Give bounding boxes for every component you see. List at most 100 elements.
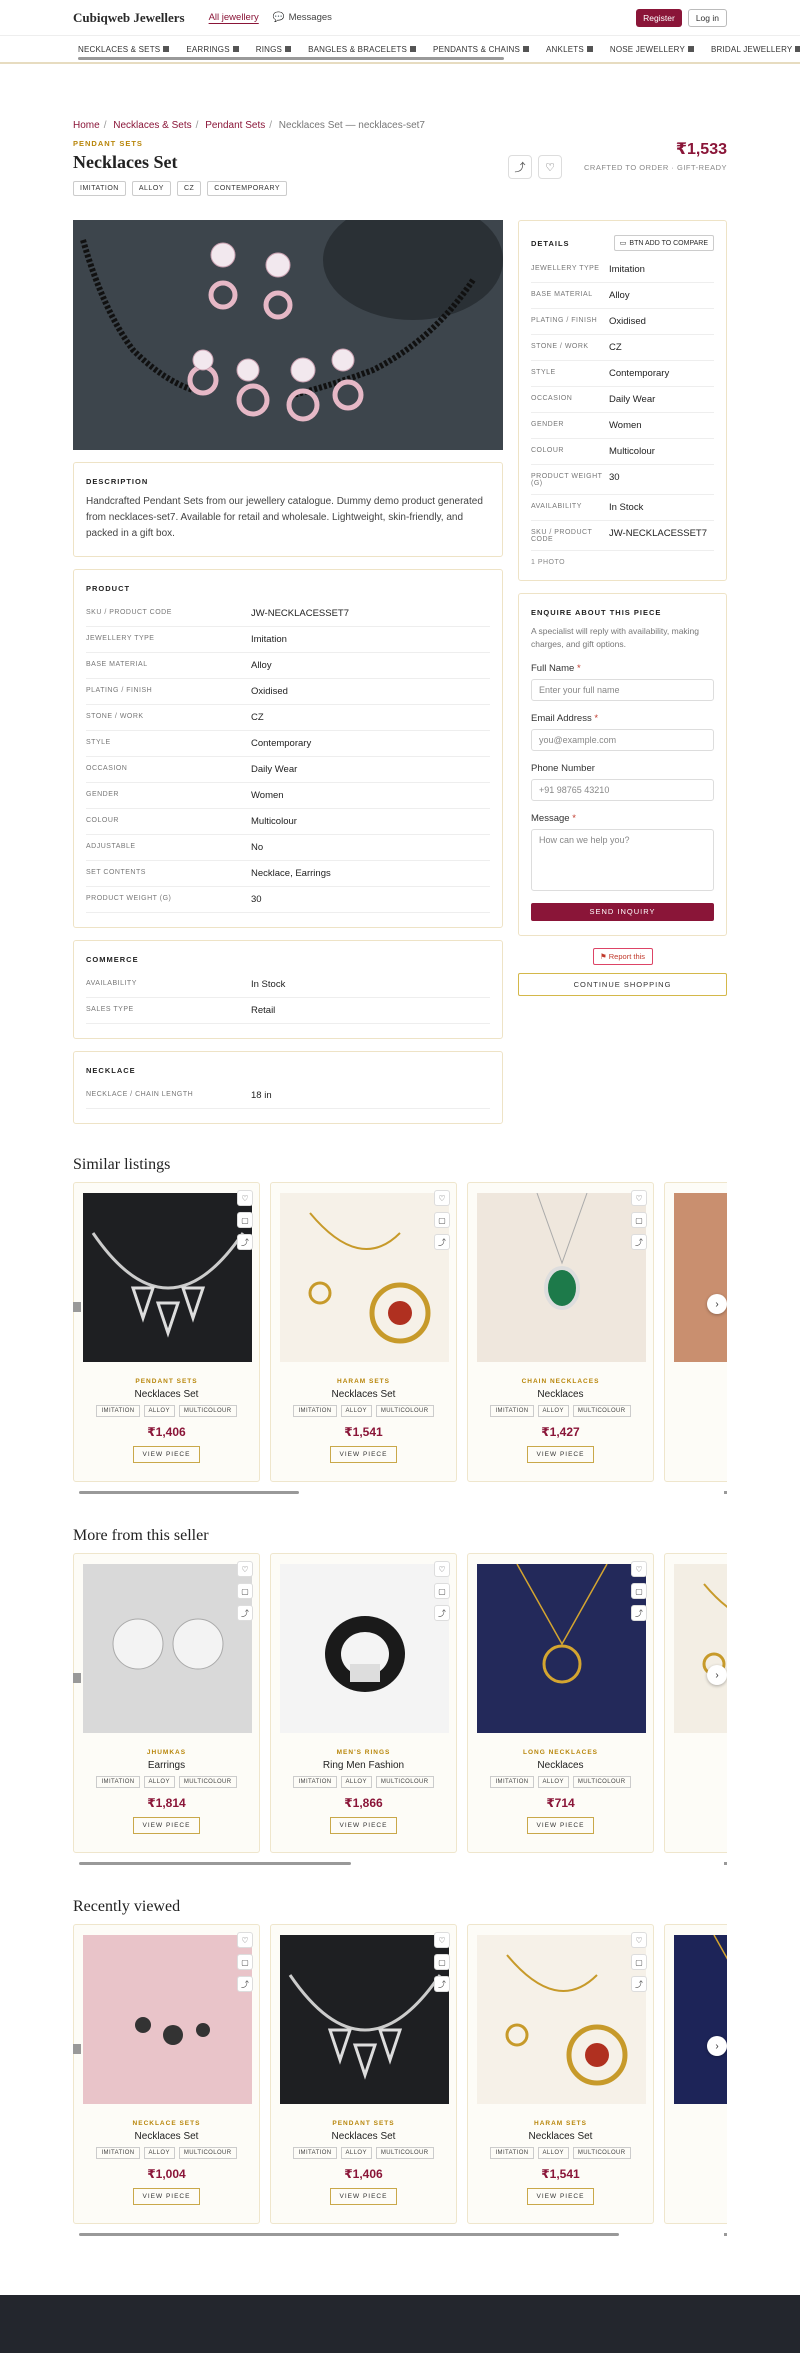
add-to-compare-button[interactable]: ▭ BTN ADD TO COMPARE bbox=[613, 235, 714, 251]
product-thumbnail[interactable] bbox=[674, 1564, 727, 1733]
spec-row: BASE MATERIAL Alloy bbox=[86, 653, 490, 679]
share-icon[interactable]: ⤴ bbox=[434, 1605, 450, 1621]
messages-link[interactable]: 💬 Messages bbox=[273, 12, 332, 23]
category-6[interactable]: NOSE JEWELLERY bbox=[610, 45, 694, 54]
heart-icon[interactable]: ♡ bbox=[434, 1932, 450, 1948]
product-card[interactable]: ♡▢⤴IMITATION bbox=[664, 1553, 727, 1853]
share-icon[interactable]: ⤴ bbox=[237, 1976, 253, 1992]
product-thumbnail[interactable] bbox=[477, 1564, 646, 1733]
heart-icon[interactable]: ♡ bbox=[631, 1932, 647, 1948]
product-thumbnail[interactable] bbox=[280, 1935, 449, 2104]
bag-icon[interactable]: ▢ bbox=[237, 1583, 253, 1599]
product-card[interactable]: ♡▢⤴SIMITATION bbox=[664, 1924, 727, 2224]
category-scrollbar[interactable] bbox=[78, 57, 504, 60]
crumb-home[interactable]: Home bbox=[73, 120, 100, 131]
phone-field[interactable]: +91 98765 43210 bbox=[531, 779, 714, 801]
brand-logo[interactable]: Cubiqweb Jewellers bbox=[73, 10, 185, 26]
share-icon[interactable]: ⤴ bbox=[434, 1976, 450, 1992]
carousel-scrollbar[interactable] bbox=[73, 2232, 727, 2237]
product-thumbnail[interactable] bbox=[674, 1935, 727, 2104]
category-1[interactable]: EARRINGS bbox=[186, 45, 239, 54]
category-5[interactable]: ANKLETS bbox=[546, 45, 593, 54]
bag-icon[interactable]: ▢ bbox=[434, 1583, 450, 1599]
category-4[interactable]: PENDANTS & CHAINS bbox=[433, 45, 530, 54]
bag-icon[interactable]: ▢ bbox=[631, 1583, 647, 1599]
product-thumbnail[interactable] bbox=[83, 1935, 252, 2104]
report-button[interactable]: ⚑ Report this bbox=[592, 948, 653, 965]
chevron-right-icon[interactable]: › bbox=[707, 1665, 727, 1685]
chevron-right-icon[interactable]: › bbox=[707, 1294, 727, 1314]
heart-icon[interactable]: ♡ bbox=[434, 1561, 450, 1577]
product-card[interactable]: ♡ ▢ ⤴ LONG NECKLACES Necklaces IMITATION ALLOY… bbox=[467, 1553, 654, 1853]
view-piece-button[interactable]: VIEW PIECE bbox=[132, 1446, 201, 1463]
view-piece-button[interactable]: VIEW PIECE bbox=[526, 2188, 595, 2205]
share-icon[interactable]: ⤴ bbox=[631, 1976, 647, 1992]
category-7[interactable]: BRIDAL JEWELLERY bbox=[711, 45, 800, 54]
product-card[interactable]: ♡ ▢ ⤴ HARAM SETS Necklaces Set IMITATION ALLOY… bbox=[270, 1182, 457, 1482]
carousel-left-handle[interactable] bbox=[73, 1673, 81, 1683]
product-tag: IMITATION bbox=[96, 2147, 140, 2159]
carousel-scrollbar[interactable] bbox=[73, 1490, 727, 1495]
share-icon[interactable]: ⤴ bbox=[631, 1234, 647, 1250]
view-piece-button[interactable]: VIEW PIECE bbox=[329, 1446, 398, 1463]
crumb-pendant-sets[interactable]: Pendant Sets bbox=[205, 120, 265, 131]
register-button[interactable]: Register bbox=[636, 8, 682, 27]
heart-icon[interactable]: ♡ bbox=[538, 155, 563, 179]
share-icon[interactable]: ⤴ bbox=[237, 1605, 253, 1621]
bag-icon[interactable]: ▢ bbox=[237, 1954, 253, 1970]
carousel-scrollbar[interactable] bbox=[73, 1861, 727, 1866]
email-field[interactable]: you@example.com bbox=[531, 729, 714, 751]
product-card[interactable]: ♡ ▢ ⤴ NECKLACE SETS Necklaces Set IMITATION AL… bbox=[73, 1924, 260, 2224]
carousel-left-handle[interactable] bbox=[73, 1302, 81, 1312]
category-3[interactable]: BANGLES & BRACELETS bbox=[308, 45, 417, 54]
login-button[interactable]: Log in bbox=[687, 8, 727, 27]
product-card[interactable]: ♡ ▢ ⤴ HARAM SETS Necklaces Set IMITATION ALLOY… bbox=[467, 1924, 654, 2224]
heart-icon[interactable]: ♡ bbox=[237, 1190, 253, 1206]
view-piece-button[interactable]: VIEW PIECE bbox=[132, 2188, 201, 2205]
product-thumbnail[interactable] bbox=[280, 1564, 449, 1733]
continue-shopping-button[interactable]: CONTINUE SHOPPING bbox=[518, 973, 727, 996]
product-thumbnail[interactable] bbox=[83, 1193, 252, 1362]
product-card[interactable]: ♡ ▢ ⤴ PENDANT SETS Necklaces Set IMITATION ALL… bbox=[73, 1182, 260, 1482]
all-jewellery-link[interactable]: All jewellery bbox=[209, 12, 259, 23]
view-piece-button[interactable]: VIEW PIECE bbox=[329, 2188, 398, 2205]
chevron-right-icon[interactable]: › bbox=[707, 2036, 727, 2056]
product-thumbnail[interactable] bbox=[280, 1193, 449, 1362]
bag-icon[interactable]: ▢ bbox=[631, 1212, 647, 1228]
view-piece-button[interactable]: VIEW PIECE bbox=[526, 1446, 595, 1463]
send-inquiry-button[interactable]: SEND INQUIRY bbox=[531, 903, 714, 921]
bag-icon[interactable]: ▢ bbox=[631, 1954, 647, 1970]
view-piece-button[interactable]: VIEW PIECE bbox=[132, 1817, 201, 1834]
share-icon[interactable]: ⤴ bbox=[631, 1605, 647, 1621]
spec-label: NECKLACE / CHAIN LENGTH bbox=[86, 1091, 194, 1098]
product-card[interactable]: ♡ ▢ ⤴ JHUMKAS Earrings IMITATION ALLOY MULTICOL… bbox=[73, 1553, 260, 1853]
heart-icon[interactable]: ♡ bbox=[237, 1561, 253, 1577]
category-2[interactable]: RINGS bbox=[256, 45, 292, 54]
bag-icon[interactable]: ▢ bbox=[237, 1212, 253, 1228]
category-0[interactable]: NECKLACES & SETS bbox=[78, 45, 170, 54]
product-image[interactable] bbox=[73, 220, 503, 450]
product-thumbnail[interactable] bbox=[477, 1935, 646, 2104]
product-thumbnail[interactable] bbox=[674, 1193, 727, 1362]
bag-icon[interactable]: ▢ bbox=[434, 1954, 450, 1970]
product-thumbnail[interactable] bbox=[477, 1193, 646, 1362]
heart-icon[interactable]: ♡ bbox=[631, 1561, 647, 1577]
crumb-necklaces-sets[interactable]: Necklaces & Sets bbox=[113, 120, 191, 131]
share-icon[interactable]: ⤴ bbox=[434, 1234, 450, 1250]
bag-icon[interactable]: ▢ bbox=[434, 1212, 450, 1228]
view-piece-button[interactable]: VIEW PIECE bbox=[329, 1817, 398, 1834]
view-piece-button[interactable]: VIEW PIECE bbox=[526, 1817, 595, 1834]
product-thumbnail[interactable] bbox=[83, 1564, 252, 1733]
heart-icon[interactable]: ♡ bbox=[631, 1190, 647, 1206]
product-card[interactable]: ♡ ▢ ⤴ CHAIN NECKLACES Necklaces IMITATION ALLO… bbox=[467, 1182, 654, 1482]
message-field[interactable]: How can we help you? bbox=[531, 829, 714, 891]
share-icon[interactable]: ⤴ bbox=[508, 155, 533, 179]
heart-icon[interactable]: ♡ bbox=[237, 1932, 253, 1948]
carousel-left-handle[interactable] bbox=[73, 2044, 81, 2054]
full-name-field[interactable]: Enter your full name bbox=[531, 679, 714, 701]
product-card[interactable]: ♡ ▢ ⤴ MEN'S RINGS Ring Men Fashion IMITATION A… bbox=[270, 1553, 457, 1853]
product-card[interactable]: ♡▢⤴SIMITATION bbox=[664, 1182, 727, 1482]
share-icon[interactable]: ⤴ bbox=[237, 1234, 253, 1250]
heart-icon[interactable]: ♡ bbox=[434, 1190, 450, 1206]
product-card[interactable]: ♡ ▢ ⤴ PENDANT SETS Necklaces Set IMITATION ALL… bbox=[270, 1924, 457, 2224]
